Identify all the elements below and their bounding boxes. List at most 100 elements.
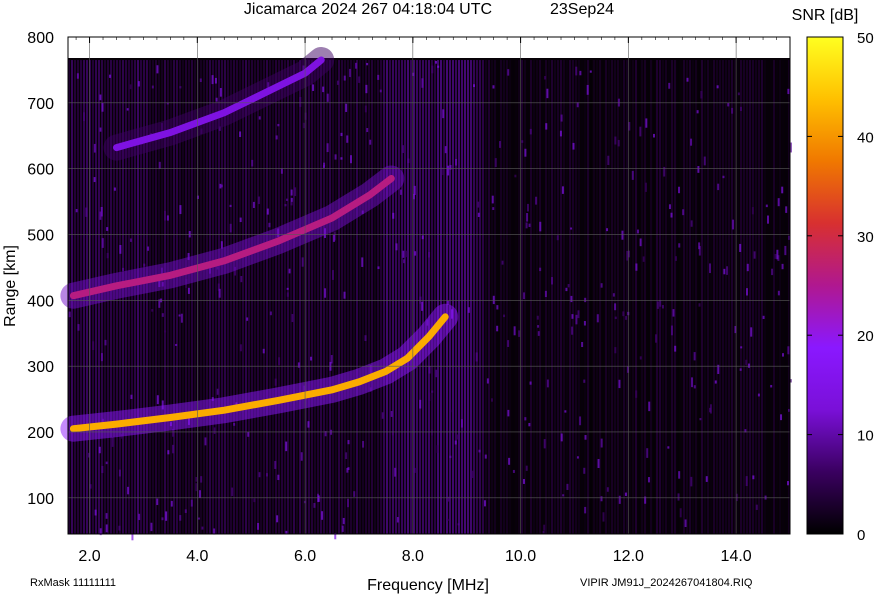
noise-speck	[606, 487, 609, 492]
noise-column	[386, 60, 388, 534]
noise-speck	[625, 316, 628, 320]
noise-speck	[98, 446, 101, 454]
noise-speck	[546, 88, 549, 99]
noise-speck	[703, 156, 706, 166]
noise-column	[668, 60, 670, 534]
noise-speck	[708, 263, 711, 274]
noise-speck	[525, 222, 528, 229]
noise-speck	[240, 276, 243, 283]
noise-speck	[167, 450, 170, 455]
noise-speck	[473, 84, 476, 88]
noise-column	[383, 60, 385, 534]
noise-speck	[600, 496, 603, 502]
noise-column	[461, 60, 463, 534]
noise-speck	[722, 175, 725, 179]
noise-column	[392, 60, 394, 534]
noise-speck	[428, 251, 431, 258]
noise-speck	[785, 206, 788, 213]
noise-speck	[290, 189, 293, 196]
noise-speck	[447, 165, 450, 176]
noise-speck	[414, 251, 417, 256]
noise-column	[458, 60, 460, 534]
noise-column	[743, 60, 745, 534]
noise-speck	[342, 517, 345, 525]
noise-column	[521, 60, 523, 534]
noise-speck	[618, 379, 621, 389]
noise-speck	[204, 437, 207, 446]
noise-speck	[503, 314, 506, 318]
noise-column	[761, 60, 763, 534]
noise-speck	[455, 158, 458, 166]
noise-speck	[652, 133, 655, 138]
noise-speck	[709, 404, 712, 414]
colorbar-tick-label: 20	[857, 328, 874, 345]
noise-speck	[347, 440, 350, 445]
noise-speck	[278, 357, 281, 366]
noise-speck	[161, 517, 164, 521]
noise-column	[413, 60, 415, 534]
noise-speck	[301, 257, 304, 267]
x-tick-label: 2.0	[78, 548, 100, 565]
noise-speck	[129, 238, 132, 242]
noise-speck	[258, 472, 261, 478]
noise-speck	[539, 267, 542, 272]
noise-column	[416, 60, 418, 534]
noise-speck	[596, 314, 599, 323]
noise-speck	[567, 284, 570, 288]
noise-speck	[247, 432, 250, 437]
colorbar-label: SNR [dB]	[792, 7, 859, 24]
noise-speck	[491, 195, 494, 204]
noise-speck	[586, 84, 589, 95]
noise-speck	[583, 467, 586, 474]
noise-speck	[602, 512, 605, 522]
noise-speck	[648, 401, 651, 412]
noise-speck	[276, 515, 279, 523]
noise-column	[611, 60, 613, 534]
noise-speck	[697, 166, 700, 173]
noise-speck	[621, 230, 624, 240]
noise-speck	[771, 268, 774, 276]
noise-column	[251, 60, 253, 534]
noise-column	[236, 60, 238, 534]
noise-speck	[656, 301, 659, 309]
noise-speck	[732, 219, 735, 230]
noise-speck	[575, 314, 578, 325]
noise-speck	[200, 476, 203, 483]
noise-speck	[396, 517, 399, 523]
noise-speck	[252, 201, 255, 208]
noise-column	[464, 60, 466, 534]
noise-column	[767, 60, 769, 534]
noise-column	[734, 60, 736, 534]
noise-speck	[449, 164, 452, 170]
noise-speck	[284, 203, 287, 207]
noise-column	[557, 60, 559, 534]
noise-speck	[331, 270, 334, 280]
noise-speck	[100, 353, 103, 362]
noise-speck	[99, 127, 102, 132]
noise-column	[773, 60, 775, 534]
noise-speck	[693, 385, 696, 389]
noise-speck	[105, 513, 108, 519]
noise-column	[347, 60, 349, 534]
noise-speck	[544, 76, 547, 80]
noise-speck	[636, 229, 639, 234]
noise-speck	[787, 346, 790, 355]
noise-column	[260, 60, 262, 534]
noise-speck	[332, 235, 335, 242]
noise-speck	[486, 378, 489, 384]
noise-speck	[130, 394, 133, 400]
noise-speck	[545, 123, 548, 130]
noise-column	[332, 60, 334, 534]
noise-speck	[253, 498, 256, 503]
noise-speck	[571, 314, 574, 319]
noise-speck	[99, 94, 102, 101]
noise-speck	[600, 438, 603, 448]
noise-speck	[528, 223, 531, 227]
noise-column	[740, 60, 742, 534]
noise-speck	[358, 76, 361, 83]
noise-column	[713, 60, 715, 534]
noise-speck	[674, 256, 677, 261]
noise-column	[716, 60, 718, 534]
noise-speck	[377, 74, 380, 80]
noise-column	[359, 60, 361, 534]
